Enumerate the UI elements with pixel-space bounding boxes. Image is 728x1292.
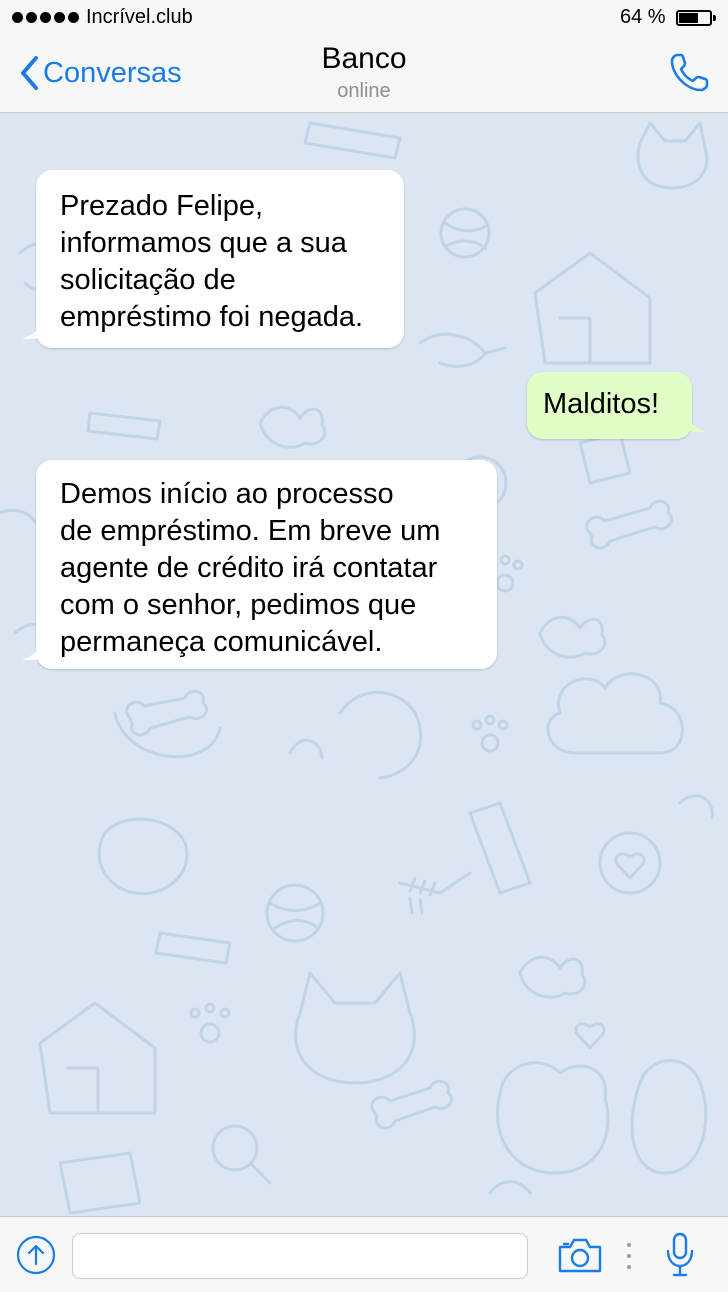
- battery-icon: [676, 10, 716, 26]
- message-text: Malditos!: [543, 388, 660, 420]
- message-text: Demos início ao processo de empréstimo. …: [60, 478, 441, 658]
- incoming-message-bubble[interactable]: Demos início ao processo de empréstimo. …: [22, 460, 497, 669]
- carrier-name: Incrível.club: [86, 6, 193, 28]
- navigation-bar: Conversas Banco online: [0, 36, 728, 113]
- signal-strength-icon: [12, 12, 79, 23]
- message-input[interactable]: [72, 1233, 528, 1279]
- bubble-tail: [22, 639, 42, 661]
- incoming-message-bubble[interactable]: Prezado Felipe, informamos que a sua sol…: [22, 170, 404, 348]
- camera-icon[interactable]: [556, 1235, 604, 1275]
- phone-call-icon[interactable]: [668, 50, 712, 94]
- more-icon[interactable]: [626, 1241, 632, 1271]
- message-text: Prezado Felipe, informamos que a sua sol…: [60, 190, 364, 333]
- bubble-tail: [686, 411, 706, 433]
- chat-screen: Incrível.club 64 % Conversas Banco onlin…: [0, 0, 728, 1292]
- chat-title: Banco: [321, 42, 407, 75]
- outgoing-message-bubble[interactable]: Malditos!: [527, 372, 706, 439]
- chat-status: online: [337, 80, 391, 102]
- message-list[interactable]: Prezado Felipe, informamos que a sua sol…: [0, 113, 728, 1216]
- battery-percentage: 64 %: [620, 6, 666, 28]
- status-bar: Incrível.club 64 %: [0, 0, 728, 36]
- attach-icon[interactable]: [16, 1235, 56, 1275]
- bubble-tail: [22, 318, 42, 340]
- message-input-bar: [0, 1216, 728, 1292]
- microphone-icon[interactable]: [664, 1231, 696, 1279]
